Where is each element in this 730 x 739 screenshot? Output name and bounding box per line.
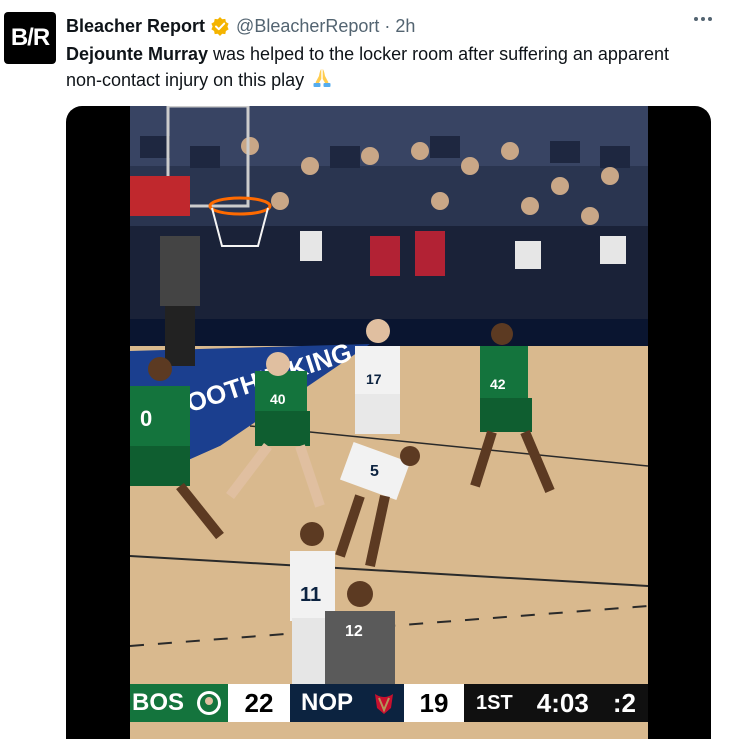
celtics-logo-icon: [190, 684, 228, 722]
pelicans-logo-icon: [364, 684, 404, 722]
timestamp[interactable]: 2h: [395, 16, 415, 37]
video-player[interactable]: SMOOTHIE KING 0 40 17 42 5 11 12 BOS 22 …: [66, 106, 711, 739]
jersey-number: 42: [490, 376, 506, 392]
jersey-number: 12: [345, 623, 363, 640]
display-name[interactable]: Bleacher Report: [66, 16, 205, 37]
separator: ·: [384, 15, 391, 36]
jersey-number: 0: [140, 406, 152, 431]
video-frame: SMOOTHIE KING 0 40 17 42 5 11 12: [130, 106, 648, 739]
tweet-text: Dejounte Murray was helped to the locker…: [66, 42, 686, 96]
handle[interactable]: @BleacherReport: [236, 16, 379, 37]
team1-abbr: BOS: [130, 684, 190, 722]
court-scene: SMOOTHIE KING 0 40 17 42 5 11 12: [130, 106, 648, 684]
team2-abbr: NOP: [290, 684, 364, 722]
jersey-number: 40: [270, 391, 286, 407]
jersey-number: 5: [370, 463, 379, 480]
mentioned-player: Dejounte Murray: [66, 44, 209, 64]
scoreboard: BOS 22 NOP 19 1ST 4:03 :2: [130, 684, 648, 722]
game-clock: 4:03: [536, 687, 589, 718]
shot-clock: :2: [612, 687, 636, 718]
avatar[interactable]: B/R: [4, 12, 56, 64]
jersey-number: 11: [300, 584, 321, 606]
tweet-card: B/R Bleacher Report @BleacherReport · 2h…: [0, 0, 730, 739]
game-clock-panel: 1ST 4:03 :2: [464, 684, 648, 722]
quarter: 1ST: [476, 691, 513, 714]
jersey-number: 17: [366, 371, 382, 387]
verified-badge-icon: [210, 16, 230, 36]
tweet-header: Bleacher Report @BleacherReport · 2h: [66, 15, 415, 37]
team1-score: 22: [228, 684, 290, 722]
more-options-icon[interactable]: [694, 17, 712, 21]
team2-score: 19: [404, 684, 464, 722]
praying-hands-icon: [311, 67, 333, 96]
